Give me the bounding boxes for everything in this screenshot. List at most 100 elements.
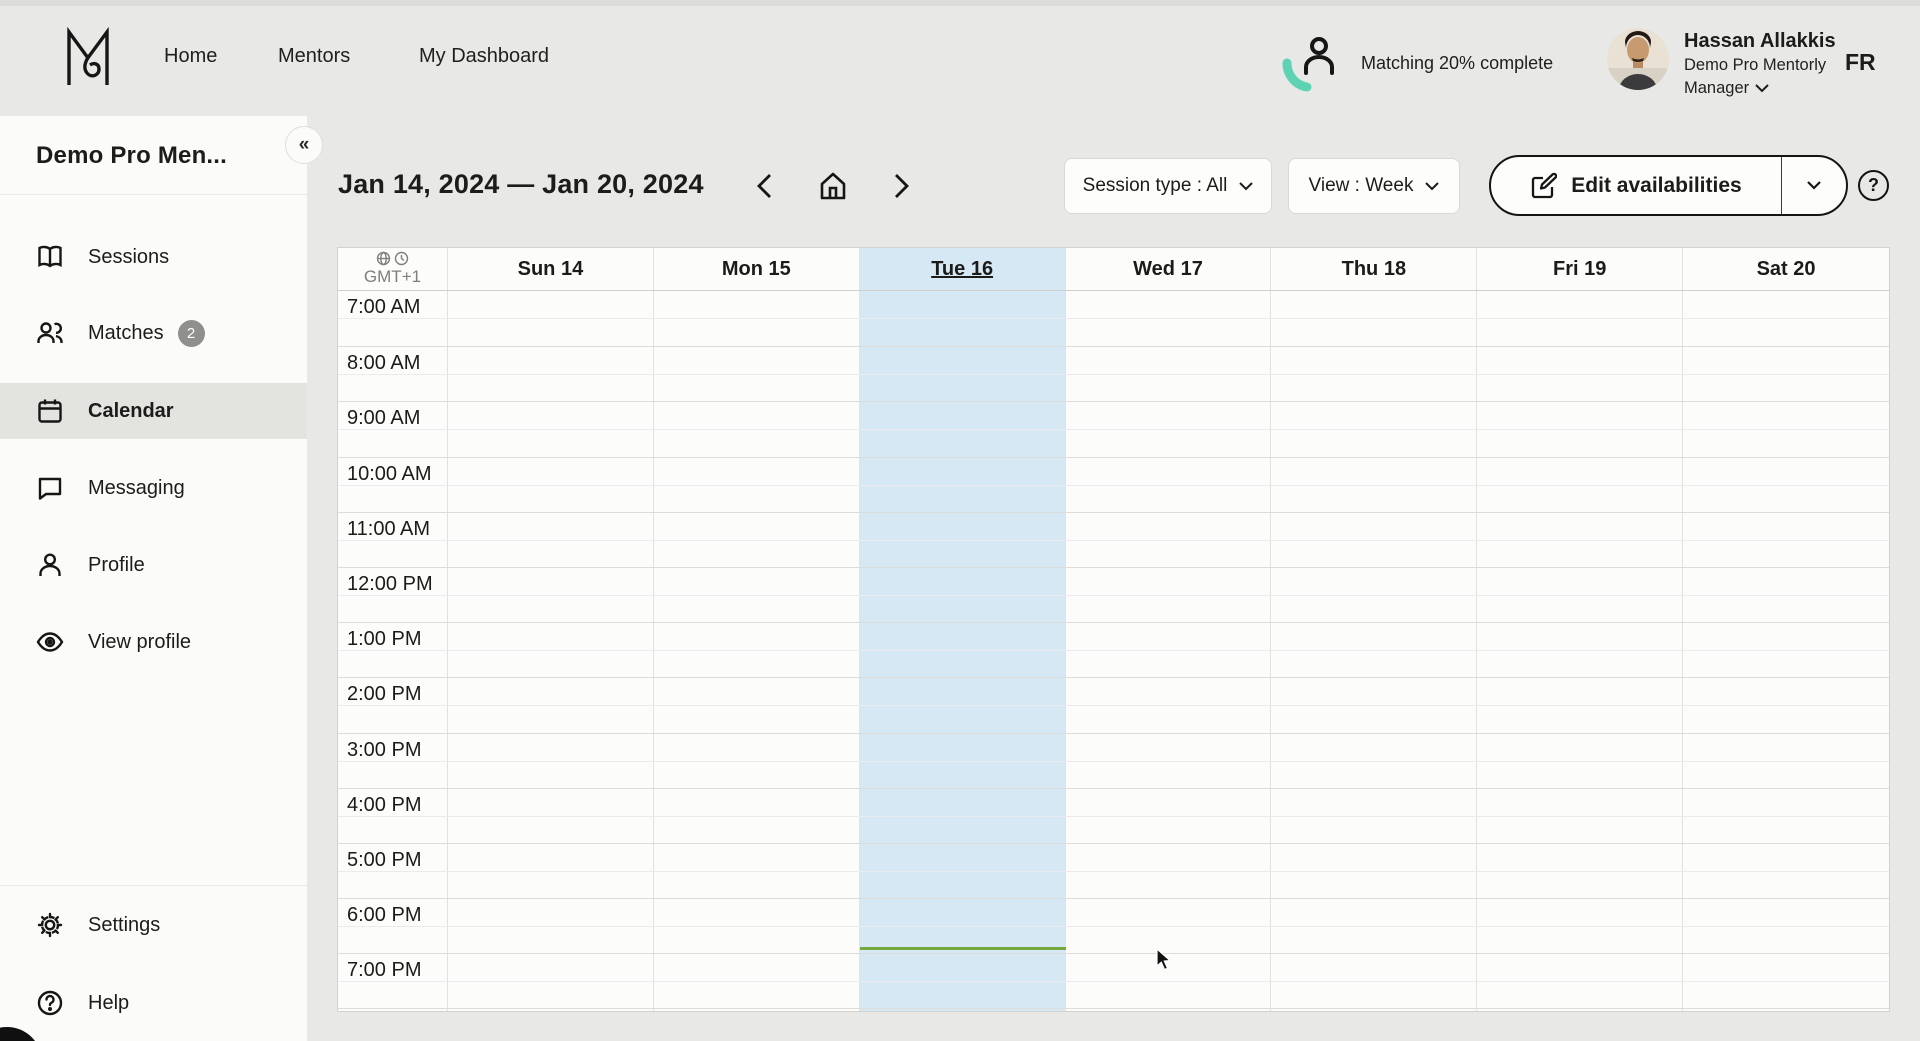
calendar-cell[interactable] [1066, 844, 1272, 898]
calendar-cell[interactable] [1271, 1009, 1477, 1012]
nav-home[interactable]: Home [164, 45, 217, 68]
calendar-cell[interactable] [654, 678, 860, 732]
calendar-cell[interactable] [1477, 899, 1683, 953]
session-type-filter[interactable]: Session type : All [1064, 158, 1272, 214]
calendar-cell[interactable] [1066, 623, 1272, 677]
calendar-cell[interactable] [1683, 568, 1889, 622]
calendar-cell[interactable] [1066, 1009, 1272, 1012]
calendar-cell[interactable] [860, 623, 1066, 677]
calendar-cell[interactable] [654, 734, 860, 788]
calendar-cell[interactable] [1066, 568, 1272, 622]
calendar-cell[interactable] [1683, 402, 1889, 456]
calendar-cell[interactable] [1066, 678, 1272, 732]
calendar-cell[interactable] [1271, 291, 1477, 346]
calendar-cell[interactable] [654, 402, 860, 456]
sidebar-item-calendar[interactable]: Calendar [0, 383, 307, 439]
calendar-cell[interactable] [1683, 899, 1889, 953]
calendar-cell[interactable] [860, 291, 1066, 346]
user-menu[interactable]: Hassan Allakkis Demo Pro Mentorly Manage… [1684, 29, 1844, 100]
calendar-cell[interactable] [654, 789, 860, 843]
calendar-cell[interactable] [1477, 568, 1683, 622]
help-button[interactable]: ? [1858, 170, 1889, 201]
calendar-cell[interactable] [448, 568, 654, 622]
sidebar-item-messaging[interactable]: Messaging [0, 460, 307, 516]
calendar-cell[interactable] [654, 347, 860, 401]
mentorly-logo-icon[interactable] [62, 27, 114, 89]
calendar-cell[interactable] [654, 291, 860, 346]
calendar-cell[interactable] [654, 568, 860, 622]
calendar-cell[interactable] [1066, 954, 1272, 1008]
calendar-cell[interactable] [1477, 623, 1683, 677]
day-header[interactable]: Wed 17 [1066, 248, 1272, 290]
matching-progress[interactable]: Matching 20% complete [1281, 33, 1553, 93]
calendar-cell[interactable] [1066, 347, 1272, 401]
sidebar-item-settings[interactable]: Settings [0, 897, 307, 953]
calendar-cell[interactable] [860, 568, 1066, 622]
previous-week-button[interactable] [750, 172, 778, 200]
calendar-cell[interactable] [1477, 954, 1683, 1008]
calendar-cell[interactable] [860, 954, 1066, 1008]
calendar-cell[interactable] [654, 513, 860, 567]
day-header[interactable]: Fri 19 [1477, 248, 1683, 290]
calendar-cell[interactable] [1477, 734, 1683, 788]
calendar-cell[interactable] [1271, 678, 1477, 732]
calendar-cell[interactable] [1271, 458, 1477, 512]
calendar-cell[interactable] [1477, 678, 1683, 732]
calendar-cell[interactable] [448, 734, 654, 788]
nav-my-dashboard[interactable]: My Dashboard [419, 45, 549, 68]
calendar-cell[interactable] [654, 1009, 860, 1012]
avatar[interactable] [1607, 28, 1669, 90]
calendar-cell[interactable] [448, 789, 654, 843]
calendar-cell[interactable] [1271, 789, 1477, 843]
calendar-cell[interactable] [1271, 568, 1477, 622]
next-week-button[interactable] [887, 172, 915, 200]
day-header[interactable]: Mon 15 [654, 248, 860, 290]
calendar-cell[interactable] [1683, 458, 1889, 512]
today-home-button[interactable] [817, 170, 849, 202]
locale-switcher[interactable]: FR [1845, 49, 1876, 76]
edit-availabilities-more-button[interactable] [1782, 157, 1846, 214]
day-header[interactable]: Sat 20 [1683, 248, 1889, 290]
calendar-cell[interactable] [1477, 458, 1683, 512]
calendar-cell[interactable] [1066, 458, 1272, 512]
calendar-cell[interactable] [1066, 291, 1272, 346]
calendar-cell[interactable] [448, 678, 654, 732]
day-header[interactable]: Tue 16 [860, 248, 1066, 290]
nav-mentors[interactable]: Mentors [278, 45, 350, 68]
calendar-cell[interactable] [860, 402, 1066, 456]
calendar-cell[interactable] [448, 402, 654, 456]
calendar-cell[interactable] [1271, 513, 1477, 567]
calendar-cell[interactable] [654, 623, 860, 677]
calendar-cell[interactable] [1477, 402, 1683, 456]
calendar-cell[interactable] [1477, 291, 1683, 346]
view-filter[interactable]: View : Week [1288, 158, 1460, 214]
user-role-dropdown[interactable]: Manager [1684, 77, 1844, 100]
calendar-cell[interactable] [448, 291, 654, 346]
calendar-cell[interactable] [860, 899, 1066, 953]
calendar-cell[interactable] [860, 734, 1066, 788]
sidebar-item-profile[interactable]: Profile [0, 537, 307, 593]
calendar-cell[interactable] [1683, 623, 1889, 677]
calendar-cell[interactable] [1477, 347, 1683, 401]
calendar-cell[interactable] [448, 513, 654, 567]
sidebar-item-matches[interactable]: Matches 2 [0, 305, 307, 361]
calendar-cell[interactable] [1477, 513, 1683, 567]
calendar-cell[interactable] [1683, 789, 1889, 843]
sidebar-item-help[interactable]: Help [0, 975, 307, 1031]
sidebar-collapse-button[interactable]: « [285, 126, 323, 164]
calendar-cell[interactable] [1683, 678, 1889, 732]
calendar-cell[interactable] [860, 513, 1066, 567]
calendar-cell[interactable] [448, 347, 654, 401]
calendar-cell[interactable] [1477, 789, 1683, 843]
calendar-cell[interactable] [654, 899, 860, 953]
calendar-cell[interactable] [1683, 347, 1889, 401]
calendar-cell[interactable] [860, 347, 1066, 401]
calendar-cell[interactable] [1683, 513, 1889, 567]
calendar-cell[interactable] [1683, 291, 1889, 346]
calendar-cell[interactable] [1477, 1009, 1683, 1012]
calendar-cell[interactable] [654, 458, 860, 512]
calendar-cell[interactable] [860, 458, 1066, 512]
calendar-cell[interactable] [448, 954, 654, 1008]
day-header[interactable]: Sun 14 [448, 248, 654, 290]
calendar-cell[interactable] [1066, 899, 1272, 953]
